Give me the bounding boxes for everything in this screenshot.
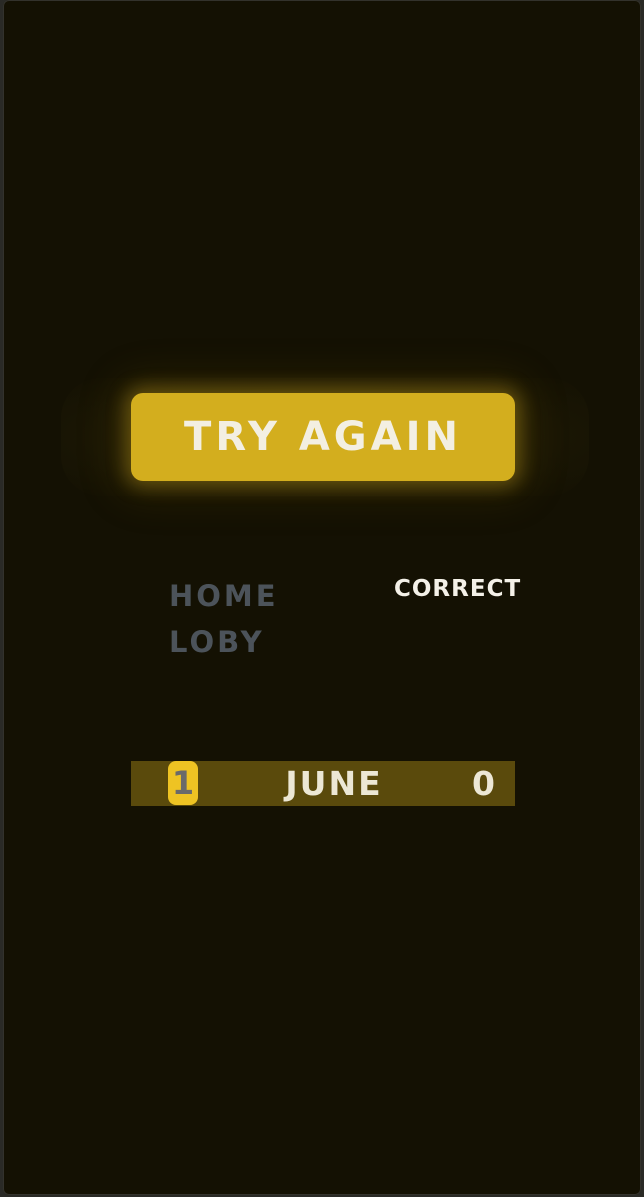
lobby-link[interactable]: LOBY — [169, 625, 265, 659]
try-again-button[interactable]: TRY AGAIN — [131, 393, 515, 481]
leaderboard-row: 1 JUNE 0 — [131, 761, 515, 806]
rank-badge: 1 — [168, 761, 198, 805]
answer-result-text: CORRECT — [394, 576, 522, 602]
player-score: 0 — [472, 764, 495, 803]
home-link[interactable]: HOME — [169, 579, 279, 613]
player-name: JUNE — [285, 764, 383, 803]
game-screen: TRY AGAIN HOME LOBY CORRECT 1 JUNE 0 — [3, 0, 641, 1195]
